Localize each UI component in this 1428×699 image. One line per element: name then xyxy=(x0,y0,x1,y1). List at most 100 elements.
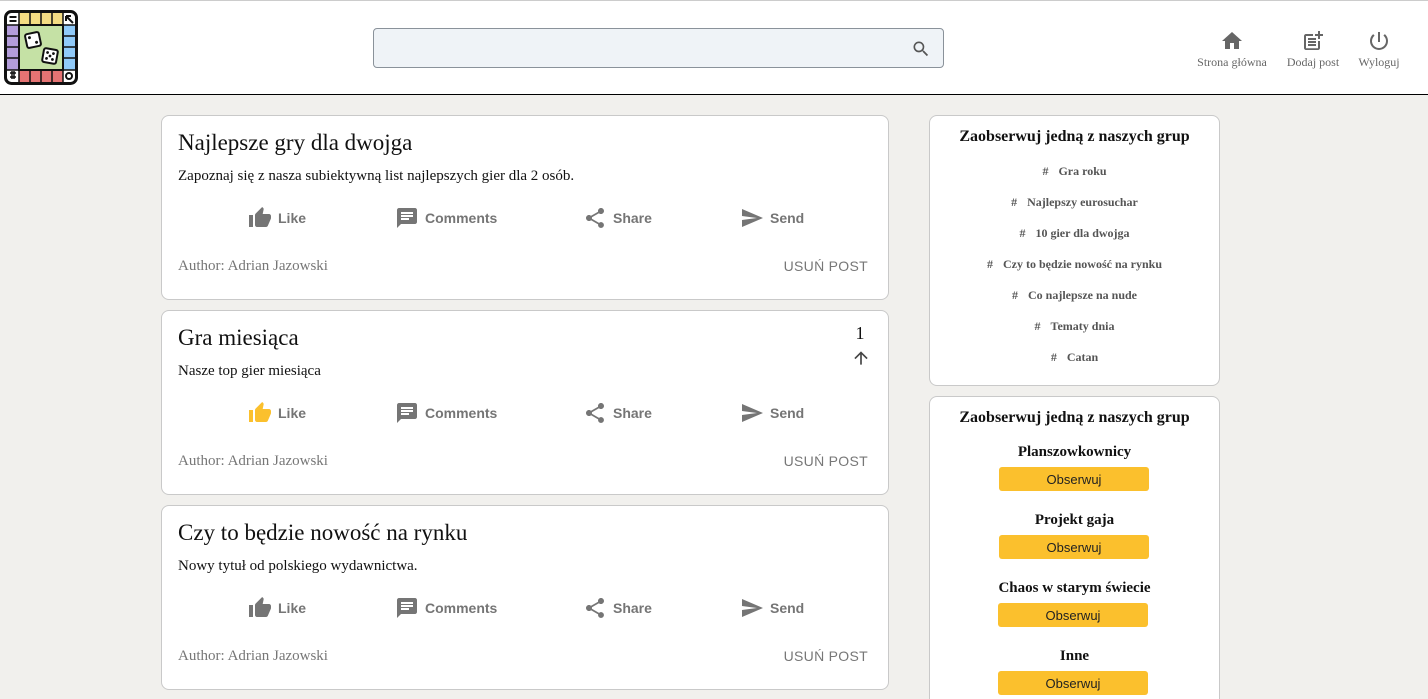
like-label: Like xyxy=(278,600,307,616)
hash-icon: # xyxy=(986,257,993,271)
comments-button[interactable]: Comments xyxy=(395,596,497,620)
groups-panel: Zaobserwuj jedną z naszych grup Planszow… xyxy=(929,396,1220,699)
hash-icon: # xyxy=(1050,350,1057,364)
nav-add-post-label: Dodaj post xyxy=(1286,55,1340,69)
comment-icon xyxy=(397,403,417,423)
send-button[interactable]: Send xyxy=(740,596,804,620)
post-author: Author: Adrian Jazowski xyxy=(178,648,328,664)
delete-post-button[interactable]: USUŃ POST xyxy=(784,258,868,274)
topic-link[interactable]: # Co najlepsze na nude xyxy=(930,288,1219,303)
send-icon xyxy=(742,209,763,227)
comments-label: Comments xyxy=(425,405,498,421)
hash-icon: # xyxy=(1042,164,1049,178)
send-label: Send xyxy=(770,210,805,226)
nav-home-label: Strona główna xyxy=(1197,55,1267,69)
search-bar xyxy=(373,28,944,68)
comments-label: Comments xyxy=(425,600,498,616)
group-name: Chaos w starym świecie xyxy=(998,580,1151,596)
like-label: Like xyxy=(278,210,307,226)
arrow-up-icon[interactable] xyxy=(851,348,871,368)
top-header: Strona główna Dodaj post Wyloguj xyxy=(0,0,1428,95)
send-icon xyxy=(742,404,763,422)
follow-button[interactable]: Obserwuj xyxy=(998,603,1148,627)
thumb-up-icon xyxy=(249,207,271,227)
topic-label: Tematy dnia xyxy=(1050,319,1115,333)
nav-home[interactable]: Strona główna xyxy=(1192,29,1272,70)
comment-icon xyxy=(397,208,417,228)
post-author: Author: Adrian Jazowski xyxy=(178,453,328,469)
comment-icon xyxy=(397,598,417,618)
post-add-icon xyxy=(1304,31,1323,50)
search-icon[interactable] xyxy=(911,39,931,59)
send-label: Send xyxy=(770,600,805,616)
post-card: Czy to będzie nowość na rynku Nowy tytuł… xyxy=(161,505,889,690)
comments-button[interactable]: Comments xyxy=(395,206,497,230)
topic-link[interactable]: #10 gier dla dwojga xyxy=(930,226,1219,241)
power-icon xyxy=(1370,32,1388,50)
share-icon xyxy=(586,403,604,423)
thumb-up-icon xyxy=(249,402,271,422)
board-game-logo[interactable] xyxy=(4,10,78,85)
send-label: Send xyxy=(770,405,805,421)
follow-button[interactable]: Obserwuj xyxy=(999,467,1149,491)
share-label: Share xyxy=(613,600,652,616)
post-actions: Like Comments Share Send xyxy=(162,401,888,425)
topic-label: Co najlepsze na nude xyxy=(1027,288,1137,302)
hash-icon: # xyxy=(1019,226,1026,240)
topic-link[interactable]: # Czy to będzie nowość na rynku xyxy=(930,257,1219,272)
post-card: Gra miesiąca 1 Nasze top gier miesiąca L… xyxy=(161,310,889,495)
share-icon xyxy=(586,598,604,618)
topics-heading: Zaobserwuj jedną z naszych grup xyxy=(959,128,1190,145)
like-label: Like xyxy=(278,405,307,421)
topic-link[interactable]: # Gra roku xyxy=(930,164,1219,179)
hash-icon: # xyxy=(1011,288,1018,302)
topic-label: Gra roku xyxy=(1058,164,1107,178)
share-button[interactable]: Share xyxy=(583,206,652,230)
nav-add-post[interactable]: Dodaj post xyxy=(1281,29,1345,70)
send-icon xyxy=(742,599,763,617)
post-author: Author: Adrian Jazowski xyxy=(178,258,328,274)
nav-logout-label: Wyloguj xyxy=(1358,55,1400,69)
share-label: Share xyxy=(613,210,652,226)
send-button[interactable]: Send xyxy=(740,206,804,230)
group-name: Inne xyxy=(1059,648,1090,664)
post-actions: Like Comments Share Send xyxy=(162,596,888,620)
comments-button[interactable]: Comments xyxy=(395,401,497,425)
topic-link[interactable]: # Tematy dnia xyxy=(930,319,1219,334)
topic-label: 10 gier dla dwojga xyxy=(1035,226,1130,240)
share-button[interactable]: Share xyxy=(583,401,652,425)
group-name: Planszowkownicy xyxy=(1017,444,1132,460)
post-description: Nasze top gier miesiąca xyxy=(178,363,321,379)
topics-panel: Zaobserwuj jedną z naszych grup # Gra rok… xyxy=(929,115,1220,386)
post-title[interactable]: Gra miesiąca xyxy=(178,325,299,351)
hash-icon: # xyxy=(1034,319,1041,333)
topic-label: Czy to będzie nowość na rynku xyxy=(1002,257,1162,271)
vote-count: 1 xyxy=(855,323,865,343)
like-button[interactable]: Like xyxy=(248,596,306,620)
topic-link[interactable]: # Najlepszy eurosuchar xyxy=(930,195,1219,210)
like-button[interactable]: Like xyxy=(248,401,306,425)
thumb-up-icon xyxy=(249,597,271,617)
follow-button[interactable]: Obserwuj xyxy=(998,671,1148,695)
send-button[interactable]: Send xyxy=(740,401,804,425)
hash-icon: # xyxy=(1011,195,1018,209)
post-card: Najlepsze gry dla dwojga Zapoznaj się z … xyxy=(161,115,889,300)
topic-label: Najlepszy eurosuchar xyxy=(1027,195,1138,209)
post-title[interactable]: Najlepsze gry dla dwojga xyxy=(178,130,412,156)
post-title[interactable]: Czy to będzie nowość na rynku xyxy=(178,520,467,546)
like-button[interactable]: Like xyxy=(248,206,306,230)
share-label: Share xyxy=(613,405,652,421)
home-icon xyxy=(1222,32,1242,49)
post-description: Nowy tytuł od polskiego wydawnictwa. xyxy=(178,558,418,574)
follow-button[interactable]: Obserwuj xyxy=(999,535,1149,559)
search-input[interactable] xyxy=(374,29,943,67)
delete-post-button[interactable]: USUŃ POST xyxy=(784,648,868,664)
groups-heading: Zaobserwuj jedną z naszych grup xyxy=(959,409,1190,426)
post-actions: Like Comments Share Send xyxy=(162,206,888,230)
share-button[interactable]: Share xyxy=(583,596,652,620)
nav-logout[interactable]: Wyloguj xyxy=(1352,29,1406,70)
post-description: Zapoznaj się z nasza subiektywną list na… xyxy=(178,168,575,184)
comments-label: Comments xyxy=(425,210,498,226)
delete-post-button[interactable]: USUŃ POST xyxy=(784,453,868,469)
topic-link[interactable]: # Catan xyxy=(930,350,1219,365)
